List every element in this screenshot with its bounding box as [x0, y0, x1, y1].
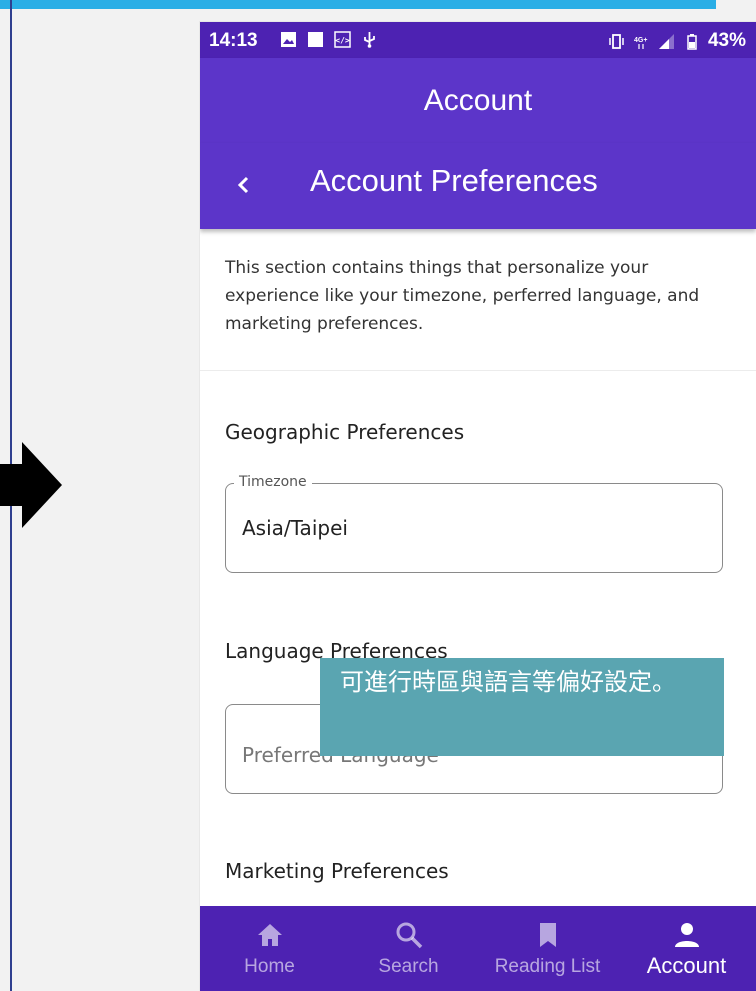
- square-icon: [308, 32, 323, 47]
- home-icon: [257, 924, 282, 946]
- bookmark-icon: [539, 923, 556, 947]
- nav-item-reading-list[interactable]: Reading List: [479, 906, 617, 978]
- search-icon: [396, 922, 422, 949]
- page-title: Account Preferences: [310, 163, 598, 198]
- geographic-preferences-heading: Geographic Preferences: [225, 420, 465, 444]
- intro-description: This section contains things that person…: [225, 258, 700, 334]
- timezone-label: Timezone: [234, 474, 312, 490]
- marketing-preferences-heading: Marketing Preferences: [225, 859, 449, 883]
- caption-overlay: 可進行時區與語言等偏好設定。: [320, 658, 724, 756]
- svg-text:4G+: 4G+: [634, 37, 647, 44]
- status-time: 14:13: [209, 30, 258, 51]
- nav-item-account[interactable]: Account: [618, 906, 756, 979]
- code-icon: </>: [334, 31, 351, 48]
- nav-label-account: Account: [646, 953, 727, 978]
- signal-icon: [658, 33, 674, 49]
- page: 14:13 </> 4G+ 43% Account Account Prefer…: [0, 0, 756, 991]
- battery-icon: [687, 33, 697, 50]
- person-icon: [674, 923, 699, 947]
- phone-screen: 14:13 </> 4G+ 43% Account Account Prefer…: [200, 22, 756, 991]
- section-divider: [200, 370, 756, 371]
- battery-percent: 43%: [707, 30, 746, 51]
- back-chevron-icon[interactable]: [228, 170, 258, 200]
- bottom-navigation: Home Search Reading List Account: [200, 906, 756, 991]
- nav-item-search[interactable]: Search: [340, 906, 478, 978]
- app-bar: Account: [200, 58, 756, 143]
- svg-text:</>: </>: [335, 36, 350, 45]
- nav-label-reading-list: Reading List: [494, 956, 601, 977]
- status-notification-icons: </>: [280, 31, 378, 48]
- status-system-icons: 4G+ 43%: [608, 30, 746, 52]
- usb-icon: [364, 32, 375, 48]
- vibrate-icon: [609, 33, 624, 49]
- top-accent-bar: [0, 0, 716, 9]
- image-icon: [281, 32, 296, 47]
- right-arrow-icon: [0, 442, 62, 528]
- nav-item-home[interactable]: Home: [201, 906, 339, 978]
- app-bar-title: Account: [423, 84, 533, 117]
- timezone-value: Asia/Taipei: [242, 516, 348, 540]
- network-icon: 4G+: [634, 37, 647, 49]
- nav-label-home: Home: [244, 956, 295, 977]
- nav-label-search: Search: [378, 956, 439, 977]
- sub-header-bar: Account Preferences: [200, 143, 756, 229]
- status-bar: 14:13 </> 4G+ 43%: [200, 22, 756, 58]
- timezone-field[interactable]: Timezone Asia/Taipei: [225, 474, 723, 573]
